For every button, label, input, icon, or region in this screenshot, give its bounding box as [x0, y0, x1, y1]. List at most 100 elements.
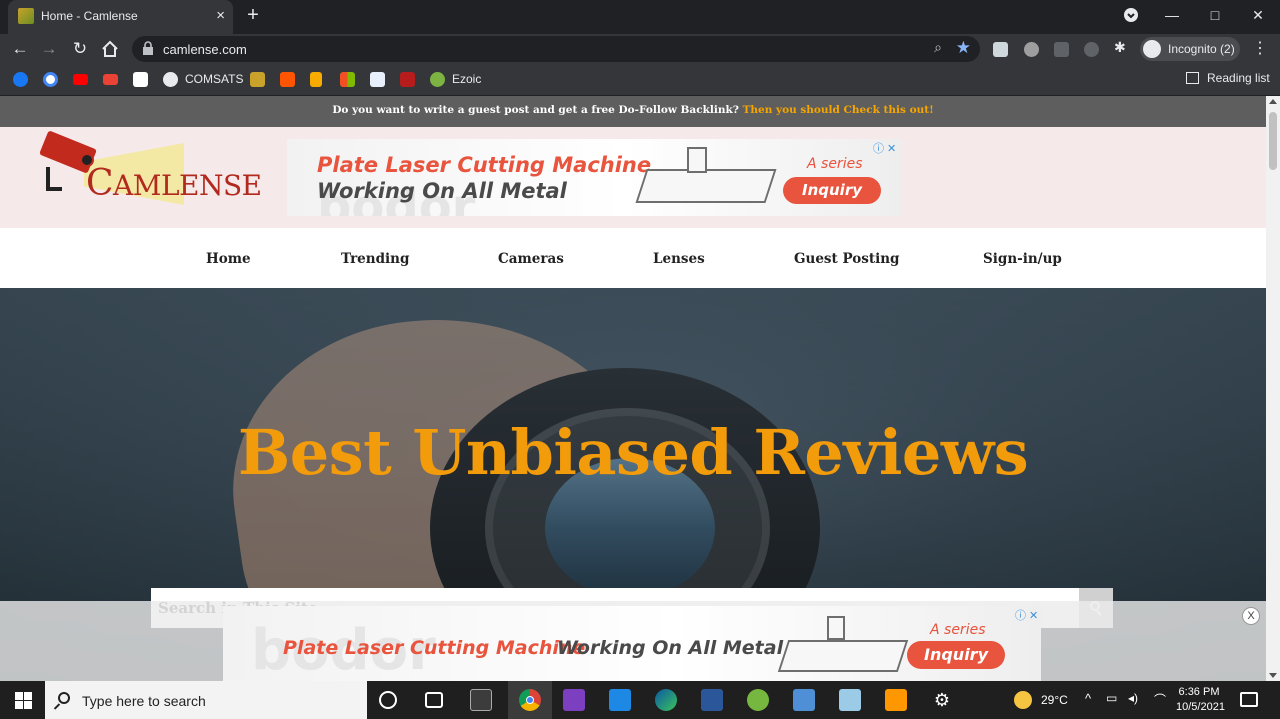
- tray-chevron-icon[interactable]: ^: [1085, 691, 1091, 706]
- ad-subheadline: Working On All Metal: [317, 179, 567, 203]
- puzzle-extensions-icon[interactable]: ✱: [1114, 39, 1129, 55]
- laser-machine-image: [635, 169, 777, 203]
- clock-date: 10/5/2021: [1176, 701, 1225, 713]
- nav-trending[interactable]: Trending: [341, 251, 409, 267]
- bookmark-icon-5[interactable]: [133, 72, 148, 87]
- bookmark-icon-11[interactable]: [370, 72, 385, 87]
- app-icon-cube[interactable]: [839, 689, 861, 711]
- bookmark-icon-7[interactable]: [250, 72, 265, 87]
- zoom-icon[interactable]: ⌕: [934, 39, 942, 56]
- extension-icon-2[interactable]: [1024, 42, 1039, 57]
- nav-lenses[interactable]: Lenses: [653, 251, 705, 267]
- nav-guest-posting[interactable]: Guest Posting: [794, 251, 899, 267]
- scroll-down-arrow-icon[interactable]: [1269, 673, 1277, 678]
- start-button[interactable]: [0, 681, 44, 719]
- settings-gear-icon[interactable]: ⚙: [931, 689, 953, 711]
- sublime-text-icon[interactable]: [885, 689, 907, 711]
- vscode-icon[interactable]: [609, 689, 631, 711]
- guest-post-banner: Do you want to write a guest post and ge…: [0, 96, 1266, 127]
- scroll-up-arrow-icon[interactable]: [1269, 99, 1277, 104]
- logo-camera-mount-base: [46, 187, 62, 191]
- microsoft-bookmark-icon[interactable]: [340, 72, 355, 87]
- nav-sign-in-up[interactable]: Sign-in/up: [983, 251, 1062, 267]
- ad-inquiry-button[interactable]: Inquiry: [783, 177, 881, 204]
- main-navigation: Home Trending Cameras Lenses Guest Posti…: [0, 228, 1266, 288]
- bookmark-comsats[interactable]: COMSATS: [185, 72, 243, 86]
- maximize-button[interactable]: □: [1200, 4, 1230, 26]
- volume-icon[interactable]: ◂): [1128, 691, 1138, 705]
- wifi-icon[interactable]: ⌒: [1154, 691, 1166, 708]
- incognito-badge[interactable]: Incognito (2): [1140, 37, 1240, 61]
- guest-post-link[interactable]: Then you should Check this out!: [743, 104, 934, 116]
- utorrent-icon[interactable]: [747, 689, 769, 711]
- browser-tab[interactable]: Home - Camlense ×: [8, 0, 233, 34]
- bookmark-icon-12[interactable]: [400, 72, 415, 87]
- forward-arrow-icon[interactable]: →: [38, 38, 60, 60]
- battery-icon[interactable]: ▭: [1106, 691, 1117, 705]
- nav-cameras[interactable]: Cameras: [498, 251, 564, 267]
- temperature-label[interactable]: 29°C: [1041, 693, 1068, 707]
- tab-search-icon[interactable]: [1116, 4, 1146, 26]
- ezoic-icon[interactable]: [430, 72, 445, 87]
- minimize-button[interactable]: —: [1157, 4, 1187, 26]
- google-bookmark-icon[interactable]: [43, 72, 58, 87]
- sticky-ad-info-close-icon[interactable]: ⓘ ✕: [1015, 607, 1038, 623]
- gmail-bookmark-icon[interactable]: [103, 74, 118, 85]
- close-window-button[interactable]: ✕: [1243, 4, 1273, 26]
- nav-home[interactable]: Home: [206, 251, 251, 267]
- edge-icon[interactable]: [655, 689, 677, 711]
- terminal-icon[interactable]: [470, 689, 492, 711]
- sticky-ad-inquiry-button[interactable]: Inquiry: [907, 641, 1005, 669]
- hero-title: Best Unbiased Reviews: [237, 416, 1029, 489]
- page-viewport: Do you want to write a guest post and ge…: [0, 96, 1266, 681]
- youtube-bookmark-icon[interactable]: [73, 74, 88, 85]
- sticky-ad-close-button[interactable]: X: [1242, 607, 1260, 625]
- page-scrollbar[interactable]: [1266, 96, 1280, 681]
- sticky-ad-series-label: A series: [930, 622, 986, 638]
- laser-machine-head: [687, 147, 707, 173]
- sticky-ad-bar: bodor Plate Laser Cutting Machine Workin…: [0, 601, 1266, 681]
- reload-icon[interactable]: ↻: [69, 38, 91, 60]
- taskbar-search-box[interactable]: Type here to search: [45, 681, 367, 719]
- taskbar-search-placeholder: Type here to search: [82, 693, 206, 709]
- cortana-icon[interactable]: [379, 691, 397, 709]
- windows-logo-icon: [15, 692, 23, 700]
- visual-studio-icon[interactable]: [563, 689, 585, 711]
- back-arrow-icon[interactable]: ←: [9, 38, 31, 60]
- analytics-bookmark-icon[interactable]: [310, 72, 322, 87]
- scroll-thumb[interactable]: [1269, 112, 1277, 170]
- incognito-label: Incognito (2): [1168, 42, 1235, 56]
- word-icon[interactable]: [701, 689, 723, 711]
- extension-icon-3[interactable]: [1054, 42, 1069, 57]
- pc-icon[interactable]: [793, 689, 815, 711]
- ad-headline: Plate Laser Cutting Machine: [317, 153, 652, 177]
- weather-icon[interactable]: [1014, 691, 1032, 709]
- menu-icon[interactable]: ⋮: [1252, 38, 1268, 58]
- home-icon[interactable]: [99, 38, 121, 60]
- address-bar[interactable]: camlense.com ⌕ ★: [132, 36, 980, 62]
- chrome-taskbar-button[interactable]: [508, 681, 552, 719]
- sticky-advertisement[interactable]: bodor Plate Laser Cutting Machine Workin…: [223, 606, 1041, 681]
- incognito-icon: [1143, 40, 1161, 58]
- extension-icon-1[interactable]: [993, 42, 1008, 57]
- extension-icon-4[interactable]: [1084, 42, 1099, 57]
- task-view-icon[interactable]: [425, 692, 443, 708]
- new-tab-button[interactable]: +: [243, 4, 263, 27]
- browser-toolbar: ← → ↻ camlense.com ⌕ ★ ✱ Incognito (2) ⋮: [0, 34, 1280, 64]
- globe-icon[interactable]: [163, 72, 178, 87]
- bookmark-ezoic[interactable]: Ezoic: [452, 72, 481, 86]
- bookmark-star-icon[interactable]: ★: [956, 38, 971, 58]
- lock-icon: [143, 41, 153, 55]
- reading-list-button[interactable]: Reading list: [1186, 71, 1270, 85]
- tab-close-icon[interactable]: ×: [216, 6, 225, 26]
- clock[interactable]: 6:36 PM 10/5/2021: [1176, 685, 1225, 715]
- camlense-logo[interactable]: CAMLENSE: [39, 130, 262, 207]
- facebook-bookmark-icon[interactable]: [13, 72, 28, 87]
- ad-info-close-icon[interactable]: ⓘ ✕: [873, 140, 896, 156]
- header-advertisement[interactable]: bodor Plate Laser Cutting Machine Workin…: [287, 139, 901, 216]
- notifications-icon[interactable]: [1240, 692, 1258, 707]
- guest-post-text: Do you want to write a guest post and ge…: [332, 104, 739, 116]
- soundcloud-bookmark-icon[interactable]: [280, 72, 295, 87]
- url-text: camlense.com: [163, 42, 247, 57]
- camlense-favicon-icon: [18, 8, 34, 24]
